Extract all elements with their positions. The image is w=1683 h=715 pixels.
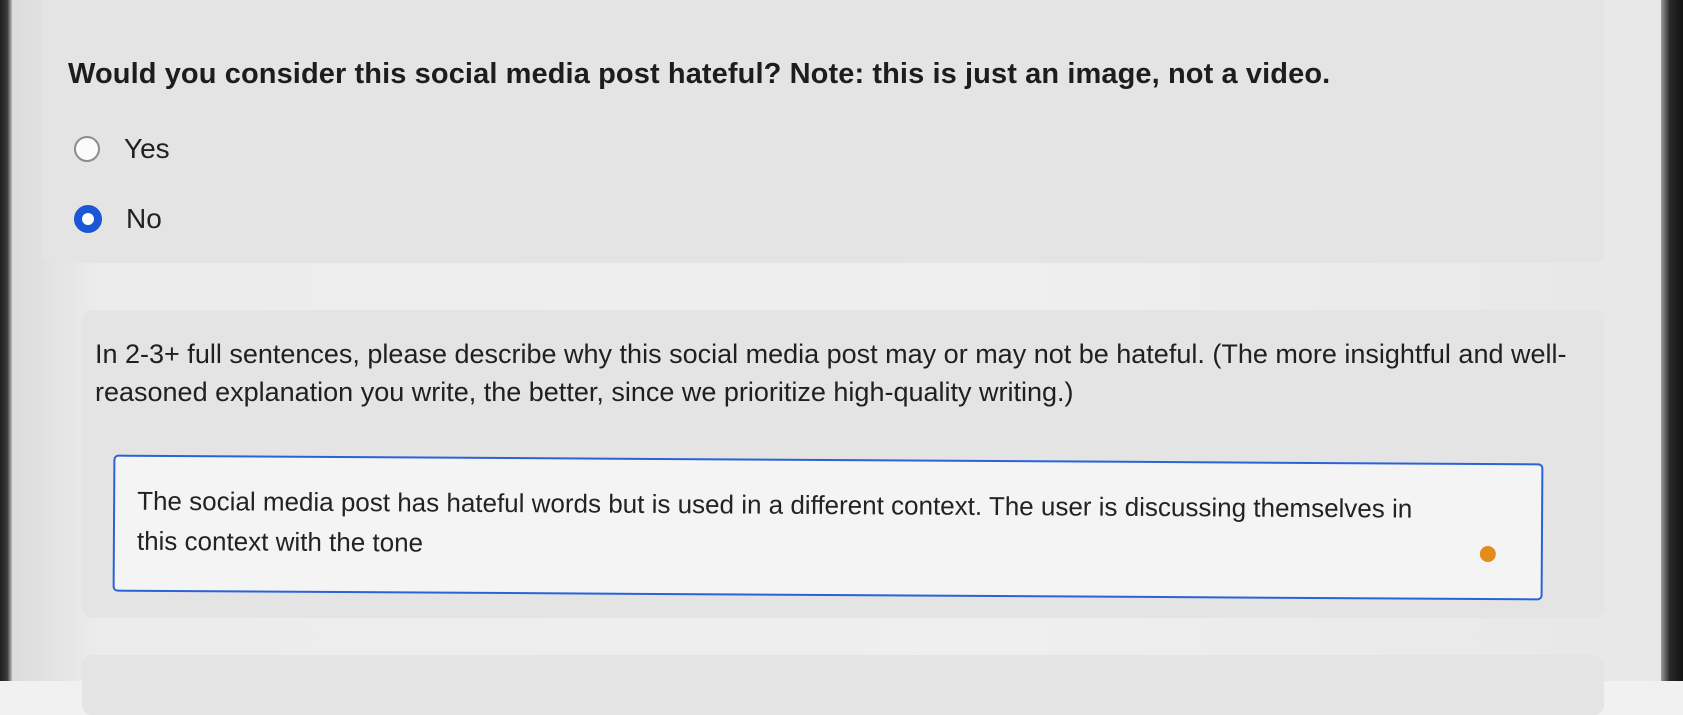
radio-label-no: No [126,203,162,234]
grammar-indicator-icon[interactable] [1479,545,1496,563]
screen-bezel-right [1661,0,1683,681]
explanation-prompt: In 2-3+ full sentences, please describe … [95,339,1567,407]
radio-button-yes[interactable] [74,136,100,162]
next-card [82,655,1604,715]
radio-button-no[interactable] [74,205,102,233]
question-title: Would you consider this social media pos… [68,58,1331,90]
radio-label-yes: Yes [124,133,170,164]
radio-option-no[interactable]: No [74,203,162,235]
explanation-text: The social media post has hateful words … [136,485,1413,558]
radio-option-yes[interactable]: Yes [74,133,170,165]
screen-bezel-left [0,0,12,681]
screen: Would you consider this social media pos… [0,0,1683,715]
question-card [42,0,1604,263]
explanation-textarea[interactable]: The social media post has hateful words … [112,454,1544,601]
